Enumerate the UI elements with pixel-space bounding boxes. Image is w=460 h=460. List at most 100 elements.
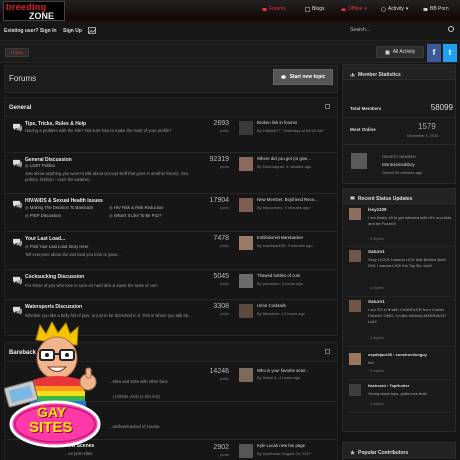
avatar[interactable] bbox=[239, 121, 253, 135]
subforum-link[interactable]: ◎ Making The Decision To Bareback bbox=[25, 205, 93, 212]
nav-bbporn[interactable]: BB Porn bbox=[423, 6, 449, 12]
avatar[interactable] bbox=[349, 353, 361, 365]
last-post-title[interactable]: Thawed bottles of cum bbox=[257, 273, 300, 278]
last-post-meta: By expdbjack35, 3 minutes ago bbox=[257, 243, 313, 248]
signup-link[interactable]: Sign Up bbox=[63, 28, 82, 34]
all-activity-button[interactable]: All Activity bbox=[376, 46, 424, 58]
avatar[interactable] bbox=[239, 304, 253, 318]
last-post-title[interactable]: Where did you get (or give... bbox=[257, 156, 311, 161]
forum-row[interactable]: Tips, Tricks, Rules & Help Having a prob… bbox=[4, 117, 338, 153]
forum-row[interactable]: Cocksucking Discussion For those of you … bbox=[4, 270, 338, 300]
star-icon bbox=[350, 450, 355, 455]
status-meta: · 0 replies bbox=[368, 402, 384, 406]
start-new-topic-button[interactable]: Start new topic bbox=[273, 69, 333, 85]
avatar[interactable] bbox=[239, 157, 253, 171]
status-item[interactable]: lexy1109 I am finally 18 to get infected… bbox=[346, 205, 454, 247]
last-post-title[interactable]: New Member, Boyfriend Rece... bbox=[257, 197, 318, 202]
forum-description: Having a problem with the site? Not sure… bbox=[25, 128, 172, 133]
widget-header: Popular Contributors bbox=[343, 443, 455, 458]
avatar[interactable] bbox=[239, 444, 253, 458]
subforum-label: PrEP Discussion bbox=[29, 213, 61, 218]
forum-title[interactable]: Tips, Tricks, Rules & Help bbox=[25, 121, 86, 127]
facebook-share-button[interactable]: f bbox=[427, 44, 441, 62]
status-author[interactable]: Saturn1 bbox=[368, 299, 385, 304]
page-title: Forums bbox=[9, 74, 37, 83]
site-logo[interactable]: breeding ZONE bbox=[3, 1, 65, 21]
avatar[interactable] bbox=[239, 198, 253, 212]
status-text: I am finally 18 to get infected with HIV… bbox=[368, 215, 452, 226]
start-new-topic-label: Start new topic bbox=[289, 74, 326, 80]
nav-offline-label: Offline bbox=[348, 6, 363, 12]
avatar[interactable] bbox=[239, 236, 253, 250]
post-count-unit: posts bbox=[219, 165, 229, 169]
subforum-label: LGBT Politics bbox=[29, 163, 56, 168]
collapse-icon[interactable] bbox=[325, 349, 330, 354]
last-post-title[interactable]: Urine Cocktails bbox=[257, 303, 286, 308]
forum-chat-icon bbox=[13, 276, 22, 285]
forum-chat-icon bbox=[13, 123, 22, 132]
subforum-link[interactable]: ◎ Post Your Last Load Story Here bbox=[25, 244, 89, 251]
status-item[interactable]: Saturn1 I am SO in ♥ with CHANDLER from … bbox=[346, 297, 454, 347]
nav-activity[interactable]: Activity ▾ bbox=[381, 6, 408, 12]
last-post-title[interactable]: Broken link in forums bbox=[257, 120, 297, 125]
forum-row[interactable]: General Discussion ◎ LGBT Politics Just … bbox=[4, 153, 338, 194]
all-activity-label: All Activity bbox=[392, 49, 416, 55]
total-members-value: 58099 bbox=[430, 103, 453, 112]
forum-title[interactable]: Cocksucking Discussion bbox=[25, 274, 84, 280]
avatar[interactable] bbox=[351, 153, 367, 169]
status-text: I am SO in ♥ with CHANDLER from Corbin F… bbox=[368, 307, 447, 324]
subforum-link[interactable]: ◎ LGBT Politics bbox=[25, 163, 55, 170]
avatar[interactable] bbox=[239, 368, 253, 382]
collapse-icon[interactable] bbox=[325, 104, 330, 109]
signin-link[interactable]: Existing user? Sign In bbox=[4, 28, 57, 34]
status-item[interactable]: expdbjack35 › constructionguy hot · 0 re… bbox=[346, 350, 454, 380]
avatar[interactable] bbox=[239, 274, 253, 288]
status-author[interactable]: lexy1109 bbox=[368, 207, 387, 212]
forum-title[interactable]: HIV/AIDS & Sexual Health Issues bbox=[25, 198, 103, 204]
activity-icon bbox=[381, 6, 386, 12]
last-post-title[interactable]: Who is your favorite actor... bbox=[257, 368, 309, 373]
status-item[interactable]: flashcard › TopHunter Young black tops, … bbox=[346, 381, 454, 413]
status-author[interactable]: expdbjack35 › constructionguy bbox=[368, 352, 427, 357]
avatar[interactable] bbox=[349, 300, 361, 312]
forum-row[interactable]: HIV/AIDS & Sexual Health Issues ◎ Making… bbox=[4, 194, 338, 232]
forum-title[interactable]: Your Last Load... bbox=[25, 236, 65, 242]
blogs-icon bbox=[305, 6, 310, 12]
status-text: Sexy LICKS I wanna LICK that Bottom Boil… bbox=[368, 257, 447, 268]
search-input[interactable]: Search... bbox=[350, 27, 370, 33]
status-author[interactable]: Saturn1 bbox=[368, 249, 385, 254]
nav-offline[interactable]: Offline ▾ bbox=[341, 6, 367, 12]
post-count-unit: posts bbox=[219, 377, 229, 381]
image-icon[interactable] bbox=[88, 27, 96, 34]
nav-forums[interactable]: Forums bbox=[262, 6, 286, 12]
forum-description: Just about anything you want to talk abo… bbox=[25, 171, 190, 182]
widget-header: Recent Status Updates bbox=[343, 189, 455, 204]
status-author[interactable]: flashcard › TopHunter bbox=[368, 383, 409, 388]
search-icon[interactable] bbox=[448, 26, 454, 32]
forum-row[interactable]: Your Last Load... ◎ Post Your Last Load … bbox=[4, 232, 338, 270]
forum-description: Tell everyone about the last load you to… bbox=[25, 252, 121, 257]
breadcrumb-home[interactable]: Home bbox=[5, 48, 29, 57]
nav-blogs[interactable]: Blogs bbox=[305, 6, 325, 12]
subforum-link[interactable]: ◎ PrEP Discussion bbox=[25, 213, 61, 220]
avatar[interactable] bbox=[349, 250, 361, 262]
last-post-title[interactable]: Kyle Lucas new fan page bbox=[257, 443, 305, 448]
last-post-meta: By punamen, 9 hours ago bbox=[257, 281, 303, 286]
twitter-share-button[interactable]: t bbox=[443, 44, 457, 62]
forum-title[interactable]: Watersports Discussion bbox=[25, 304, 82, 310]
nav-blogs-label: Blogs bbox=[312, 6, 325, 12]
last-post-meta: By fillmyhole, 14 hours ago bbox=[257, 311, 306, 316]
comment-icon bbox=[350, 196, 355, 200]
subforum-link[interactable]: (139564 visits to this link) bbox=[113, 394, 160, 401]
last-post-title[interactable]: Exhibitionist Barebacker bbox=[257, 235, 303, 240]
subforum-link[interactable]: ◎ HIV Risk & Risk Reduction bbox=[109, 205, 163, 212]
most-online-label: Most Online bbox=[350, 127, 376, 132]
category-header-general[interactable]: General bbox=[4, 97, 338, 117]
avatar[interactable] bbox=[349, 384, 361, 396]
gay-sites-badge[interactable]: GAY SITES bbox=[0, 320, 110, 460]
subforum-link[interactable]: ◎ What's It Like To Be Poz? bbox=[109, 213, 161, 220]
avatar[interactable] bbox=[349, 208, 361, 220]
status-item[interactable]: Saturn1 Sexy LICKS I wanna LICK that Bot… bbox=[346, 247, 454, 297]
newest-member-name[interactable]: Montclairsubboy bbox=[382, 162, 415, 167]
newest-member-joined: Joined 50 minutes ago bbox=[382, 170, 423, 175]
